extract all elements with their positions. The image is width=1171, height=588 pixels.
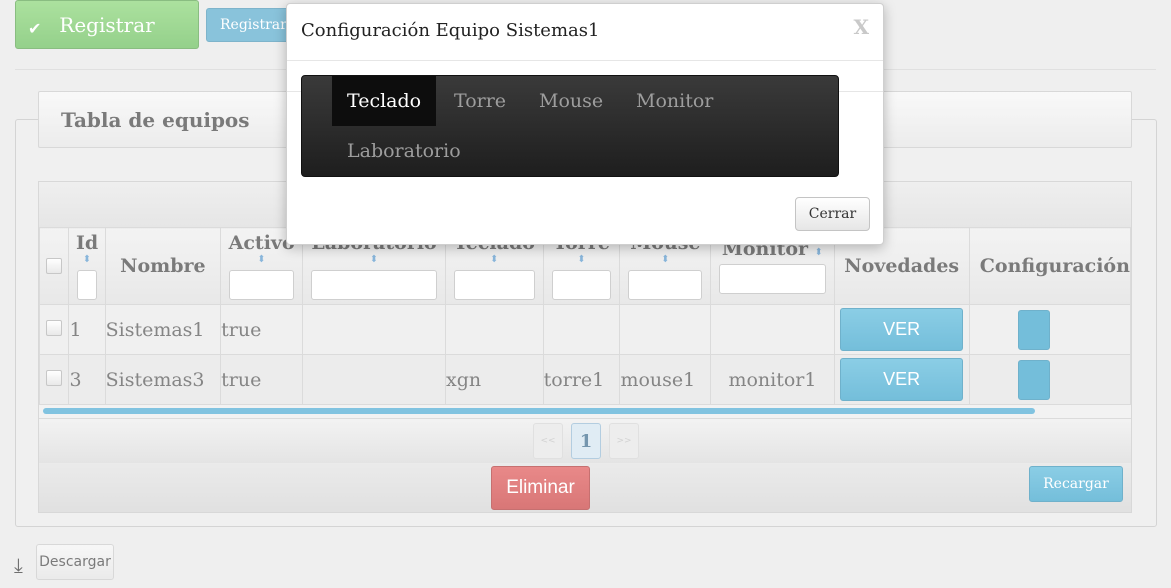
tab-monitor[interactable]: Monitor [621,76,728,126]
tab-torre[interactable]: Torre [439,76,521,126]
config-modal: Configuración Equipo Sistemas1 X Teclado… [286,3,884,245]
close-button[interactable]: Cerrar [795,197,870,231]
modal-header: Configuración Equipo Sistemas1 X [287,4,883,61]
tab-mouse[interactable]: Mouse [524,76,618,126]
close-icon[interactable]: X [853,15,869,39]
tab-teclado[interactable]: Teclado [332,76,437,126]
config-tabs-navbar: Teclado Torre Mouse Monitor Laboratorio [301,75,839,177]
tab-laboratorio[interactable]: Laboratorio [332,126,476,176]
modal-title: Configuración Equipo Sistemas1 [301,20,600,41]
